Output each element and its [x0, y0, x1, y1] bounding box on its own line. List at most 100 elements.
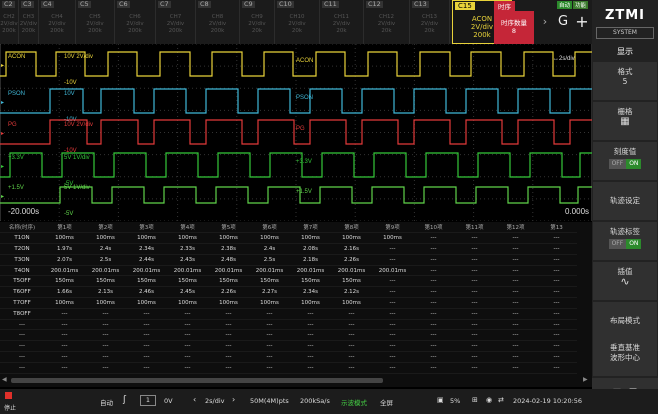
screenshot-icon[interactable]: ▣ — [437, 396, 444, 404]
channel-tab-c4[interactable]: C4 CH4 2V/div 200k — [39, 0, 76, 44]
toggle-off[interactable]: OFF — [608, 239, 627, 249]
channel-number: C12 — [366, 0, 383, 8]
toggle-on[interactable]: ON — [626, 239, 642, 249]
trace-label: +1.5V — [8, 185, 24, 191]
scroll-right-icon[interactable]: ▶ — [583, 376, 588, 383]
channel-tab-c2[interactable]: C2 CH2 2V/div 200k — [0, 0, 19, 44]
timebase[interactable]: 2s/div — [205, 397, 225, 405]
sidebar-button-5[interactable]: 插值 ∿ — [593, 262, 657, 300]
table-cell: 2.08s — [290, 243, 331, 255]
sidebar-button-0[interactable]: 格式 5 — [593, 62, 657, 100]
table-horizontal-scrollbar[interactable]: ◀ ▶ — [0, 374, 592, 387]
trigger-source[interactable]: 1 — [140, 395, 156, 406]
channel-number: C11 — [322, 0, 339, 8]
run-state[interactable]: 停止 — [4, 403, 16, 412]
trigger-edge-icon[interactable]: ʃ — [123, 395, 126, 405]
lock-icon[interactable]: ⊞ — [472, 396, 478, 404]
channel-rate: 200k — [210, 28, 225, 34]
channel-scale: 2V/div — [332, 21, 351, 27]
toggle-on[interactable]: ON — [626, 159, 642, 169]
display-mode[interactable]: 示波模式 — [341, 397, 367, 407]
table-row[interactable]: --- --- --- --- --- --- --- --- --- --- --- --- --- -… — [0, 319, 577, 331]
channel-scroll-right-icon[interactable]: › — [536, 0, 554, 44]
g-icon[interactable]: G — [554, 14, 572, 34]
table-cell: --- — [536, 297, 577, 309]
table-row[interactable]: T3ON 2.07s 2.5s 2.44s 2.43s 2.48s 2.5s 2.18s 2.2… — [0, 254, 577, 266]
timing-count-label: 时序数量 — [501, 19, 527, 27]
trigger-mode[interactable]: 自动 — [100, 397, 113, 407]
channel-tab-c8[interactable]: C8 CH8 2V/div 200k — [196, 0, 240, 44]
table-row[interactable]: T8OFF --- --- --- --- --- --- --- --- --- --- --- --… — [0, 308, 577, 320]
table-row[interactable]: --- --- --- --- --- --- --- --- --- --- --- --- --- -… — [0, 340, 577, 353]
table-row[interactable]: T5OFF 150ms 150ms 150ms 150ms 150ms 150ms 150ms… — [0, 275, 577, 288]
sidebar-title: 显示 — [617, 47, 633, 56]
table-cell: 2.13s — [85, 286, 126, 299]
timebase-increase-icon[interactable]: › — [232, 395, 235, 404]
table-cell: --- — [454, 232, 495, 245]
table-cell: 2.4s — [85, 243, 126, 255]
sidebar-button-2[interactable]: 刻度值 OFF ON — [593, 142, 657, 180]
table-row[interactable]: T6OFF 1.66s 2.13s 2.46s 2.45s 2.26s 2.27s 2.34s… — [0, 286, 577, 299]
table-row[interactable]: --- --- --- --- --- --- --- --- --- --- --- --- --- -… — [0, 329, 577, 342]
table-row[interactable]: T7OFF 100ms 100ms 100ms 100ms 100ms 100ms 100ms… — [0, 297, 577, 309]
table-cell: --- — [495, 254, 536, 266]
scroll-left-icon[interactable]: ◀ — [2, 376, 7, 383]
on-off-toggle[interactable]: OFF ON — [608, 239, 642, 249]
sidebar-button-1[interactable]: 栅格 ▦ — [593, 102, 657, 140]
table-row[interactable]: T1ON 100ms 100ms 100ms 100ms 100ms 100ms 100ms 1… — [0, 232, 577, 245]
row-name: T3ON — [0, 254, 44, 266]
column-header: 第7项 — [290, 222, 331, 234]
table-cell: 2.5s — [249, 254, 290, 266]
table-cell: --- — [495, 329, 536, 342]
time-right: 0.000s — [565, 207, 589, 216]
fullscreen-button[interactable]: 全屏 — [380, 397, 393, 407]
table-cell: --- — [413, 232, 454, 245]
table-cell: 150ms — [331, 275, 372, 288]
trace-label: PG — [8, 122, 17, 128]
sidebar-button-4[interactable]: 轨迹标签 OFF ON — [593, 222, 657, 260]
time-left: -20.000s — [8, 207, 39, 216]
sidebar-button-7[interactable]: 垂直基准 波形中心 — [593, 338, 657, 376]
table-cell: --- — [167, 362, 208, 374]
table-cell: --- — [413, 362, 454, 374]
table-cell: --- — [454, 265, 495, 277]
channel-tab-c12[interactable]: C12 CH12 2V/div 20k — [364, 0, 410, 44]
table-cell: --- — [536, 362, 577, 374]
table-row[interactable]: --- --- --- --- --- --- --- --- --- --- --- --- --- -… — [0, 351, 577, 363]
channel-tab-c10[interactable]: C10 CH10 2V/div 20k — [275, 0, 320, 44]
scrollbar-thumb[interactable] — [11, 378, 383, 383]
table-cell: --- — [413, 275, 454, 288]
timebase-decrease-icon[interactable]: ‹ — [193, 395, 196, 404]
table-row[interactable]: T4ON 200.01ms 200.01ms 200.01ms 200.01ms 200.… — [0, 265, 577, 277]
channel-tab-c11[interactable]: C11 CH11 2V/div 20k — [320, 0, 364, 44]
channel-tab-c7[interactable]: C7 CH7 2V/div 200k — [156, 0, 196, 44]
channel-tab-c5[interactable]: C5 CH5 2V/div 200k — [76, 0, 115, 44]
brightness[interactable]: 5% — [450, 397, 460, 405]
toggle-off[interactable]: OFF — [608, 159, 627, 169]
sidebar-button-3[interactable]: 轨迹设定 — [593, 182, 657, 220]
channel-number: C2 — [2, 0, 15, 8]
add-icon[interactable]: + — [572, 12, 592, 34]
trace-marker-icon: ▸ — [1, 194, 4, 200]
channel-rate: 200k — [2, 28, 16, 34]
table-cell: 100ms — [167, 297, 208, 309]
channel-tab-c3[interactable]: C3 CH3 2V/div 200k — [19, 0, 39, 44]
channel-tab-c6[interactable]: C6 CH6 2V/div 200k — [115, 0, 156, 44]
network-icon[interactable]: ⇄ — [498, 396, 504, 404]
sidebar-button-6[interactable]: 布局模式 — [593, 302, 657, 340]
on-off-toggle[interactable]: OFF ON — [608, 159, 642, 169]
system-button[interactable]: SYSTEM — [596, 27, 654, 39]
trigger-level[interactable]: 0V — [164, 397, 173, 405]
table-cell: 150ms — [167, 275, 208, 288]
stop-icon[interactable] — [5, 392, 12, 399]
power-icon[interactable]: ◉ — [486, 396, 492, 404]
timing-count-button[interactable]: 时序数量 8 — [494, 11, 534, 44]
channel-tab-c13[interactable]: C13 CH13 2V/div 20k — [410, 0, 450, 44]
table-row[interactable]: T2ON 1.97s 2.4s 2.34s 2.33s 2.38s 2.4s 2.08s 2.1… — [0, 243, 577, 255]
channel-tab-c9[interactable]: C9 CH9 2V/div 20k — [240, 0, 275, 44]
waveform-area[interactable]: ACON 10V 2V/div -10V ACON ▸ PSON 10V -10V PSON ▸ P… — [0, 43, 593, 222]
table-row[interactable]: --- --- --- --- --- --- --- --- --- --- --- --- --- -… — [0, 362, 577, 374]
table-cell: 100ms — [290, 232, 331, 245]
row-name: T1ON — [0, 232, 44, 245]
table-cell: 100ms — [126, 232, 167, 245]
